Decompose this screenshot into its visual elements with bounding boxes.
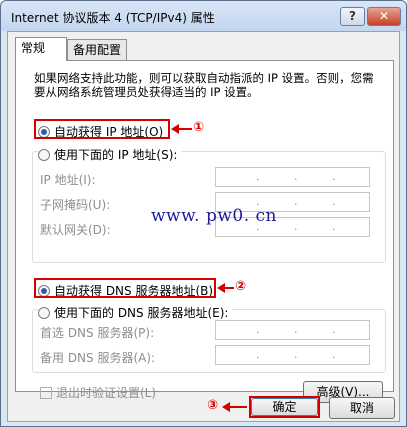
title-bar: Internet 协议版本 4 (TCP/IPv4) 属性 ? ✕ (1, 1, 406, 31)
manual-dns-radio[interactable]: 使用下面的 DNS 服务器地址(E): (38, 304, 233, 321)
cancel-button[interactable]: 取消 (329, 397, 395, 419)
general-panel: 如果网络支持此功能，则可以获取自动指派的 IP 设置。否则，您需要从网络系统管理… (15, 60, 394, 403)
arrowhead-left-icon (171, 124, 179, 134)
manual-ip-label: 使用下面的 IP 地址(S): (54, 148, 178, 162)
window-title: Internet 协议版本 4 (TCP/IPv4) 属性 (11, 11, 215, 25)
annotation-marker-3: ③ (207, 398, 219, 413)
preferred-dns-input[interactable]: ... (215, 320, 370, 340)
ip-address-input[interactable]: ... (215, 167, 370, 187)
dialog-body: 常规 备用配置 如果网络支持此功能，则可以获取自动指派的 IP 设置。否则，您需… (7, 31, 400, 422)
tab-alternate-configuration[interactable]: 备用配置 (67, 39, 127, 61)
subnet-mask-label: 子网掩码(U): (40, 198, 111, 212)
alternate-dns-input[interactable]: ... (215, 345, 370, 365)
annotation-arrow-2 (224, 287, 234, 289)
annotation-box-2 (34, 278, 216, 298)
manual-ip-radio[interactable]: 使用下面的 IP 地址(S): (38, 146, 182, 163)
ipv4-properties-dialog: Internet 协议版本 4 (TCP/IPv4) 属性 ? ✕ 常规 备用配… (0, 0, 407, 427)
tab-general[interactable]: 常规 (15, 37, 67, 61)
manual-dns-label: 使用下面的 DNS 服务器地址(E): (54, 306, 229, 320)
description-text: 如果网络支持此功能，则可以获取自动指派的 IP 设置。否则，您需要从网络系统管理… (34, 71, 374, 99)
ok-button[interactable]: 确定 (251, 398, 318, 416)
default-gateway-label: 默认网关(D): (40, 223, 111, 237)
preferred-dns-label: 首选 DNS 服务器(P): (40, 326, 155, 340)
close-button[interactable]: ✕ (367, 7, 401, 26)
validate-on-exit-checkbox[interactable]: 退出时验证设置(L) (40, 384, 156, 401)
radio-unselected-icon (38, 149, 50, 161)
annotation-box-1 (34, 119, 170, 139)
arrowhead-left-icon (217, 283, 225, 293)
radio-unselected-icon (38, 307, 50, 319)
watermark-text: www. pw0. cn (151, 206, 277, 226)
checkbox-icon (40, 387, 52, 399)
validate-on-exit-label: 退出时验证设置(L) (56, 386, 157, 400)
annotation-arrow-1 (178, 128, 192, 130)
help-button[interactable]: ? (340, 7, 365, 26)
annotation-arrow-3 (229, 406, 247, 408)
annotation-marker-1: ① (193, 120, 205, 135)
ip-address-label: IP 地址(I): (40, 173, 96, 187)
alternate-dns-label: 备用 DNS 服务器(A): (40, 351, 156, 365)
annotation-marker-2: ② (235, 279, 247, 294)
